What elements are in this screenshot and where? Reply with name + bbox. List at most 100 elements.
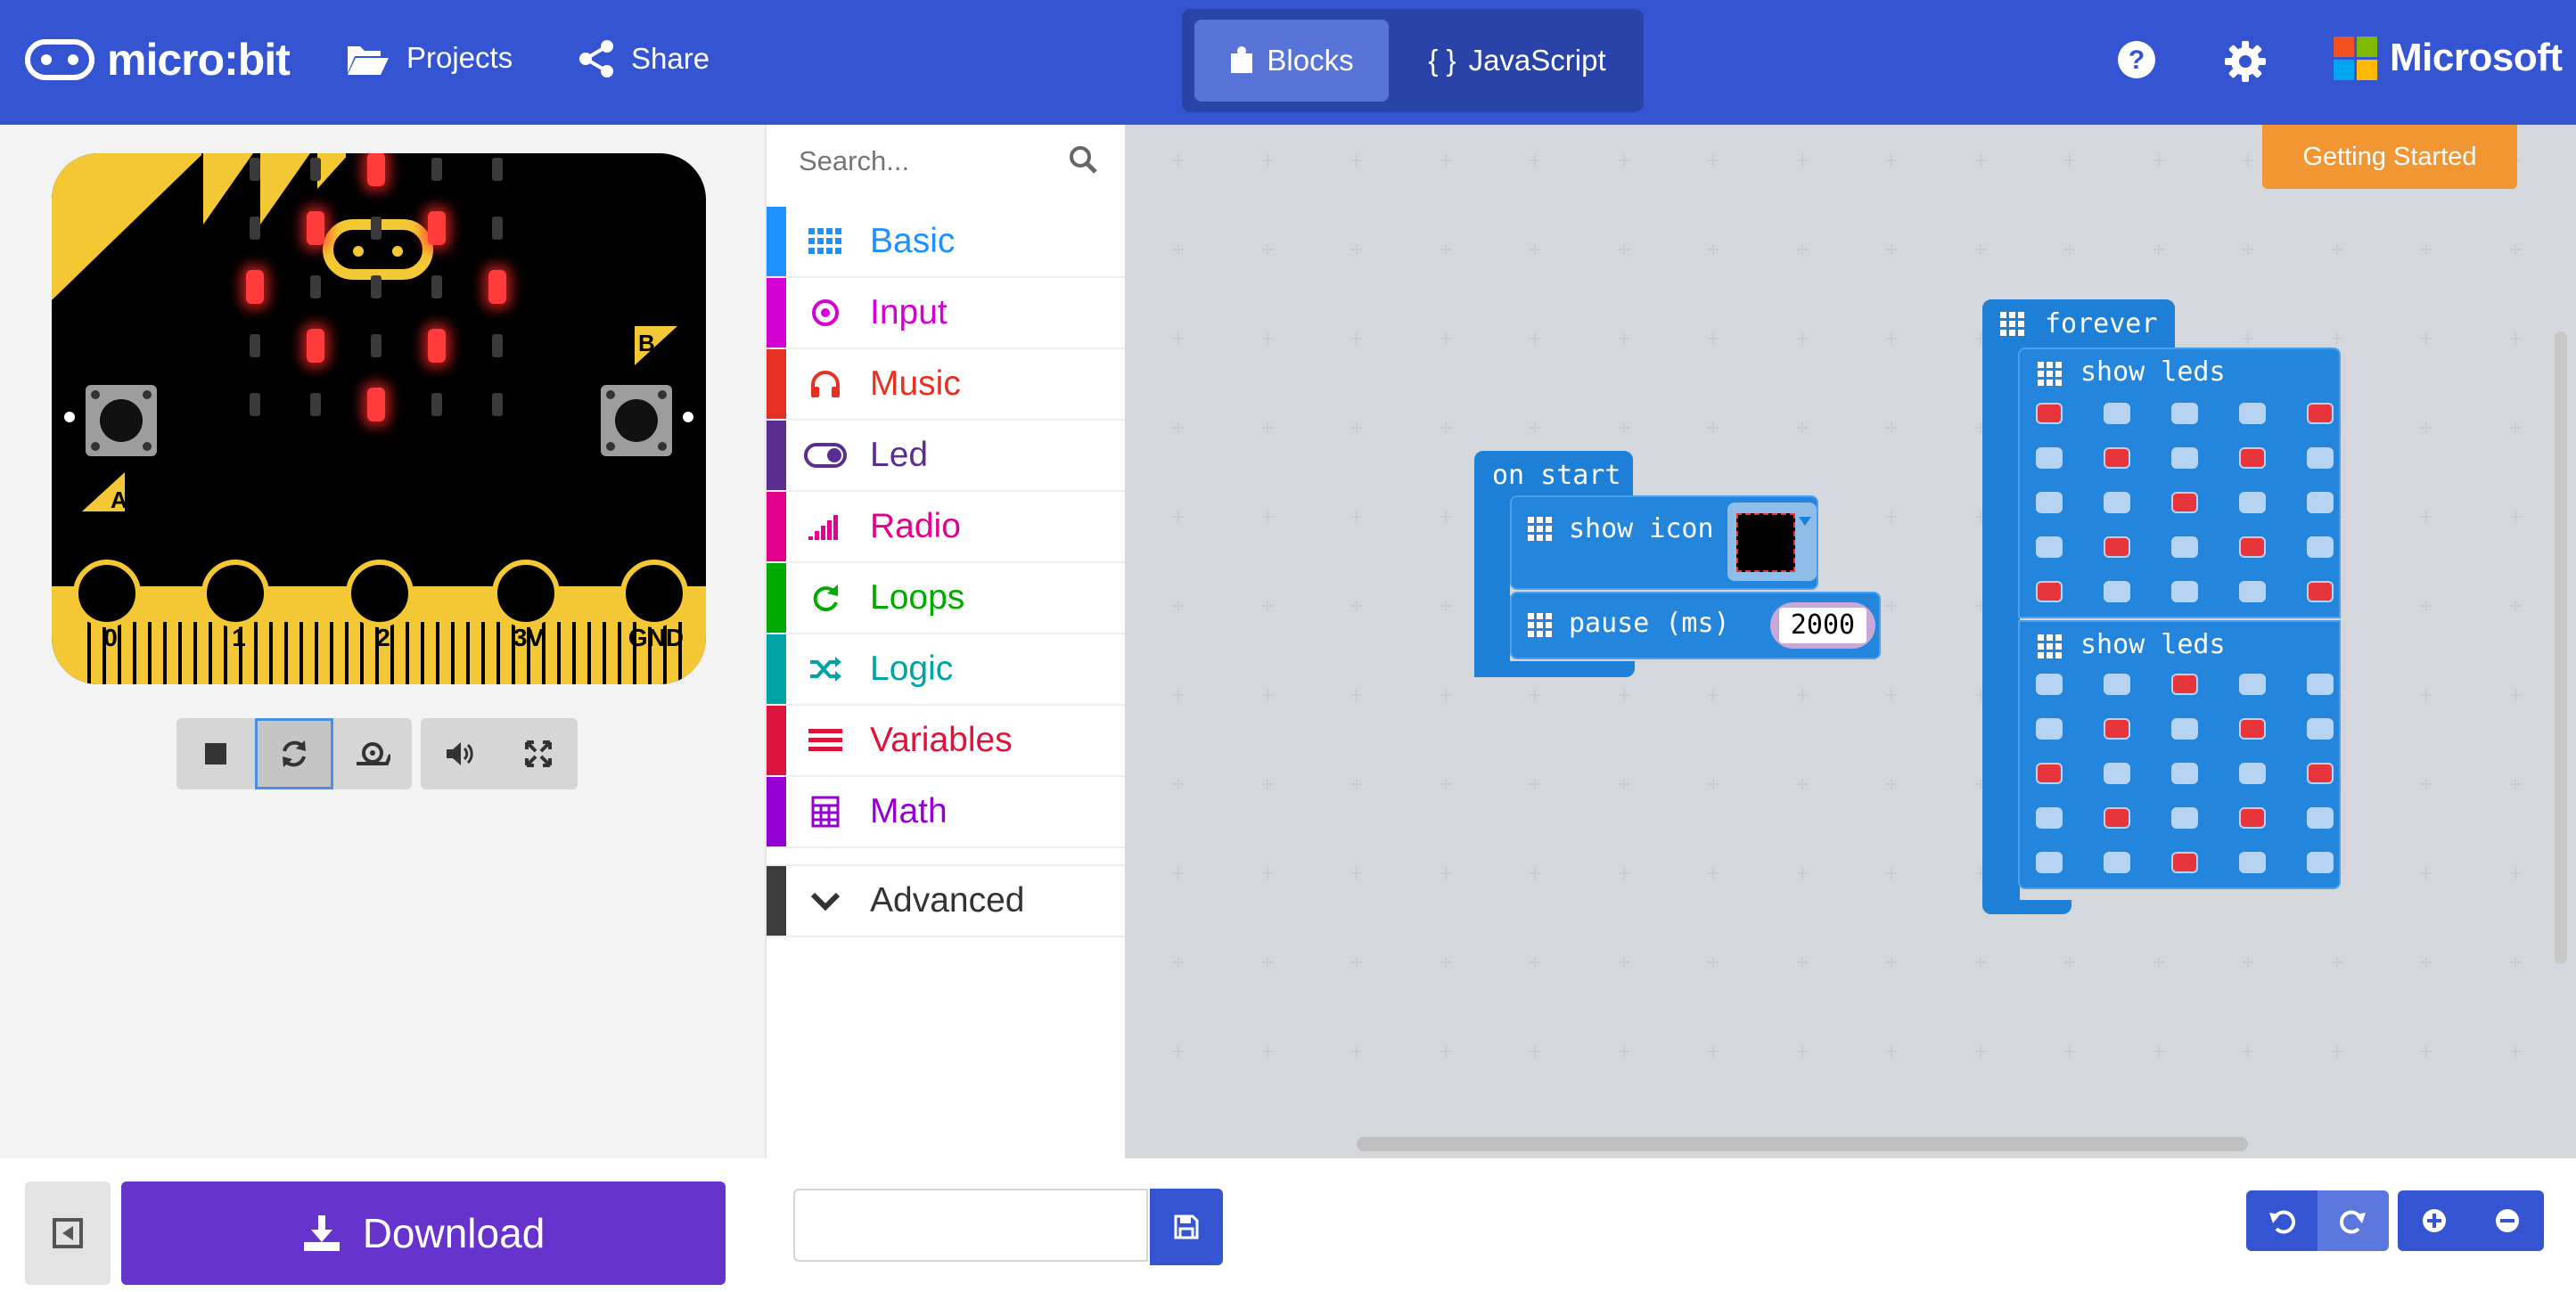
toolbox-category-radio[interactable]: Radio <box>767 492 1125 563</box>
led-toggle-0-1[interactable] <box>2104 403 2130 424</box>
getting-started-button[interactable]: Getting Started <box>2262 125 2517 189</box>
toolbox-category-led[interactable]: Led <box>767 421 1125 492</box>
led-toggle-1-2[interactable] <box>2171 447 2198 469</box>
search-icon[interactable] <box>1068 144 1098 175</box>
blocks-tab[interactable]: Blocks <box>1194 20 1389 102</box>
share-button[interactable]: Share <box>578 39 710 78</box>
led-toggle-2-4[interactable] <box>2307 492 2334 513</box>
led-toggle-4-3[interactable] <box>2239 852 2266 873</box>
led-toggle-0-3[interactable] <box>2239 674 2266 695</box>
led-toggle-1-0[interactable] <box>2036 447 2063 469</box>
toolbox-category-variables[interactable]: Variables <box>767 706 1125 777</box>
led-toggle-0-2[interactable] <box>2171 674 2198 695</box>
zoom-in-button[interactable] <box>2398 1190 2471 1251</box>
search-input[interactable] <box>797 144 1068 178</box>
led-toggle-2-2[interactable] <box>2171 492 2198 513</box>
led-toggle-4-4[interactable] <box>2307 581 2334 602</box>
microbit-logo[interactable]: micro:bit <box>25 34 291 86</box>
slow-mo-button[interactable] <box>333 718 412 789</box>
led-toggle-3-1[interactable] <box>2104 807 2130 829</box>
pause-block[interactable]: pause (ms) 2000 <box>1510 592 1881 659</box>
restart-button[interactable] <box>255 718 333 789</box>
led-toggle-1-0[interactable] <box>2036 718 2063 740</box>
projects-button[interactable]: Projects <box>346 39 513 77</box>
toolbox-category-advanced[interactable]: Advanced <box>767 864 1125 937</box>
led-toggle-4-4[interactable] <box>2307 852 2334 873</box>
zoom-out-button[interactable] <box>2471 1190 2544 1251</box>
led-toggle-1-4[interactable] <box>2307 447 2334 469</box>
collapse-simulator-button[interactable] <box>25 1182 111 1285</box>
microsoft-logo[interactable]: Microsoft <box>2334 36 2563 80</box>
led-toggle-0-0[interactable] <box>2036 674 2063 695</box>
fullscreen-button[interactable] <box>499 718 578 789</box>
led-toggle-2-0[interactable] <box>2036 492 2063 513</box>
toolbox-category-math[interactable]: Math <box>767 777 1125 848</box>
led-toggle-4-1[interactable] <box>2104 852 2130 873</box>
led-toggle-3-4[interactable] <box>2307 807 2334 829</box>
led-toggle-3-3[interactable] <box>2239 807 2266 829</box>
led-toggle-1-3[interactable] <box>2239 718 2266 740</box>
pin-0[interactable] <box>73 560 141 627</box>
led-toggle-0-4[interactable] <box>2307 674 2334 695</box>
save-button[interactable] <box>1150 1189 1223 1265</box>
pin-2[interactable] <box>346 560 414 627</box>
led-toggle-4-2[interactable] <box>2171 852 2198 873</box>
button-b[interactable] <box>601 385 672 456</box>
button-a[interactable] <box>86 385 157 456</box>
vertical-scrollbar[interactable] <box>2555 331 2567 964</box>
forever-block[interactable]: forever <box>1982 299 2175 351</box>
settings-button[interactable] <box>2223 39 2268 84</box>
help-button[interactable]: ? <box>2116 39 2157 80</box>
toolbox-category-loops[interactable]: Loops <box>767 563 1125 634</box>
led-toggle-3-0[interactable] <box>2036 536 2063 558</box>
led-toggle-3-2[interactable] <box>2171 536 2198 558</box>
led-toggle-3-1[interactable] <box>2104 536 2130 558</box>
toolbox-category-basic[interactable]: Basic <box>767 207 1125 278</box>
led-toggle-0-1[interactable] <box>2104 674 2130 695</box>
led-toggle-4-2[interactable] <box>2171 581 2198 602</box>
toolbox-category-input[interactable]: Input <box>767 278 1125 349</box>
pin-3v[interactable] <box>492 560 560 627</box>
led-toggle-4-0[interactable] <box>2036 581 2063 602</box>
led-toggle-0-4[interactable] <box>2307 403 2334 424</box>
led-toggle-3-2[interactable] <box>2171 807 2198 829</box>
led-toggle-4-0[interactable] <box>2036 852 2063 873</box>
led-toggle-2-0[interactable] <box>2036 763 2063 784</box>
toolbox-category-logic[interactable]: Logic <box>767 634 1125 706</box>
led-toggle-1-1[interactable] <box>2104 447 2130 469</box>
led-toggle-1-3[interactable] <box>2239 447 2266 469</box>
project-name-input[interactable] <box>793 1189 1148 1262</box>
led-toggle-2-1[interactable] <box>2104 492 2130 513</box>
stop-button[interactable] <box>176 718 255 789</box>
led-toggle-3-0[interactable] <box>2036 807 2063 829</box>
show-leds-block-2[interactable]: show leds <box>2018 620 2341 889</box>
led-toggle-4-3[interactable] <box>2239 581 2266 602</box>
pin-1[interactable] <box>201 560 269 627</box>
led-toggle-2-2[interactable] <box>2171 763 2198 784</box>
toolbox-category-music[interactable]: Music <box>767 349 1125 421</box>
led-toggle-0-0[interactable] <box>2036 403 2063 424</box>
led-toggle-2-3[interactable] <box>2239 492 2266 513</box>
download-button[interactable]: Download <box>121 1182 726 1285</box>
show-leds-block-1[interactable]: show leds <box>2018 348 2341 618</box>
horizontal-scrollbar[interactable] <box>1357 1137 2248 1151</box>
microbit-simulator-board[interactable]: A B 0 1 2 3V GND <box>52 153 706 684</box>
undo-button[interactable] <box>2246 1190 2318 1251</box>
pause-value-input[interactable]: 2000 <box>1770 602 1875 649</box>
led-toggle-3-3[interactable] <box>2239 536 2266 558</box>
led-toggle-1-1[interactable] <box>2104 718 2130 740</box>
blocks-workspace[interactable]: Getting Started on start show icon pause… <box>1125 125 2576 1158</box>
icon-picker-dropdown[interactable] <box>1727 503 1817 581</box>
led-toggle-1-4[interactable] <box>2307 718 2334 740</box>
led-toggle-2-1[interactable] <box>2104 763 2130 784</box>
led-toggle-2-3[interactable] <box>2239 763 2266 784</box>
led-toggle-3-4[interactable] <box>2307 536 2334 558</box>
led-toggle-0-3[interactable] <box>2239 403 2266 424</box>
mute-button[interactable] <box>421 718 499 789</box>
led-toggle-2-4[interactable] <box>2307 763 2334 784</box>
redo-button[interactable] <box>2318 1190 2389 1251</box>
led-toggle-1-2[interactable] <box>2171 718 2198 740</box>
javascript-tab[interactable]: { } JavaScript <box>1403 20 1631 102</box>
led-toggle-0-2[interactable] <box>2171 403 2198 424</box>
led-toggle-4-1[interactable] <box>2104 581 2130 602</box>
